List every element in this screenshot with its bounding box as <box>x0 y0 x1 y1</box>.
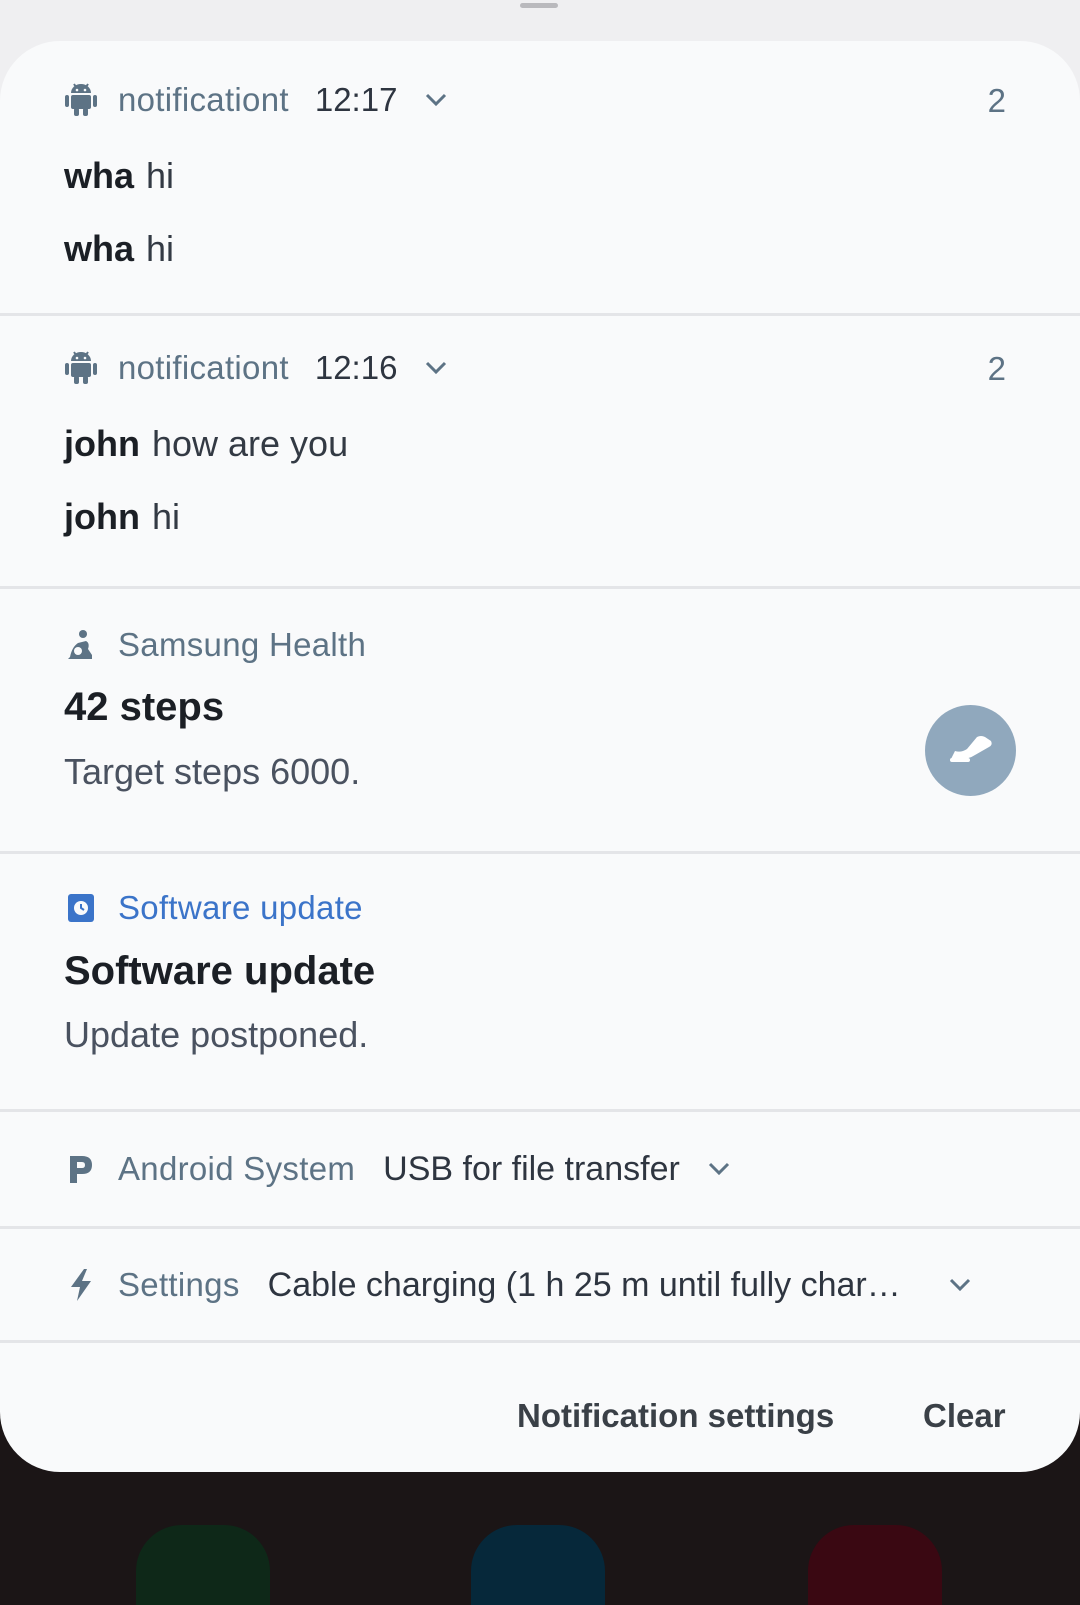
android-icon <box>64 351 98 385</box>
notification-description: Cable charging (1 h 25 m until fully cha… <box>267 1265 901 1304</box>
notification-card[interactable]: Settings Cable charging (1 h 25 m until … <box>0 1229 1080 1342</box>
lightning-icon <box>64 1268 98 1302</box>
app-name: Samsung Health <box>118 626 367 663</box>
notification-card[interactable]: notificationt 12:16 2 john how are you jo… <box>0 316 1080 588</box>
app-name: Software update <box>118 889 363 926</box>
notification-settings-button[interactable]: Notification settings <box>517 1397 834 1435</box>
message-row: john how are you <box>64 423 348 465</box>
app-name: notificationt <box>118 81 289 118</box>
phone-app-icon[interactable] <box>136 1525 270 1605</box>
notification-header: notificationt 12:16 <box>64 346 449 390</box>
chevron-down-icon[interactable] <box>423 87 449 113</box>
notification-description: USB for file transfer <box>383 1149 680 1188</box>
message-text: hi <box>146 155 175 196</box>
app-name: Settings <box>118 1266 240 1303</box>
app-name: Android System <box>118 1150 356 1187</box>
samsung-health-icon <box>64 628 98 662</box>
notification-card[interactable]: notificationt 12:17 2 wha hi wha hi <box>0 41 1080 313</box>
chevron-down-icon[interactable] <box>947 1272 973 1298</box>
message-text: hi <box>146 228 175 269</box>
divider <box>0 1340 1080 1343</box>
message-sender: john <box>64 496 140 537</box>
chevron-down-icon[interactable] <box>423 355 449 381</box>
notification-count: 2 <box>987 82 1006 119</box>
notification-header: Settings Cable charging (1 h 25 m until … <box>64 1263 973 1307</box>
clear-button[interactable]: Clear <box>923 1397 1006 1435</box>
camera-app-icon[interactable] <box>808 1525 942 1605</box>
message-text: how are you <box>151 423 349 464</box>
notification-header: Samsung Health <box>64 623 366 667</box>
notification-time: 12:16 <box>314 349 398 386</box>
chevron-down-icon[interactable] <box>706 1156 732 1182</box>
notification-card[interactable]: Android System USB for file transfer <box>0 1112 1080 1227</box>
message-sender: john <box>64 423 140 464</box>
message-text: hi <box>151 496 181 537</box>
android-icon <box>64 83 98 117</box>
notification-subtitle: Target steps 6000. <box>64 751 361 792</box>
notification-panel: notificationt 12:17 2 wha hi wha hi notifi… <box>0 41 1080 1472</box>
notification-title: Software update <box>64 949 376 993</box>
notification-time: 12:17 <box>314 81 398 118</box>
app-name: notificationt <box>118 349 289 386</box>
drag-handle[interactable] <box>520 3 558 8</box>
notification-count: 2 <box>987 350 1006 387</box>
message-sender: wha <box>64 155 135 196</box>
message-sender: wha <box>64 228 135 269</box>
notification-header: notificationt 12:17 <box>64 78 449 122</box>
message-row: wha hi <box>64 155 174 197</box>
message-row: wha hi <box>64 228 174 270</box>
software-update-icon <box>64 891 98 925</box>
messages-app-icon[interactable] <box>471 1525 605 1605</box>
notification-card[interactable]: Software update Software update Update p… <box>0 854 1080 1109</box>
notification-header: Software update <box>64 886 363 930</box>
notification-card[interactable]: Samsung Health 42 steps Target steps 600… <box>0 589 1080 851</box>
notification-subtitle: Update postponed. <box>64 1014 369 1055</box>
notification-header: Android System USB for file transfer <box>64 1147 732 1191</box>
android-system-icon <box>64 1152 98 1186</box>
shoe-icon <box>947 733 995 768</box>
message-row: john hi <box>64 496 180 538</box>
shoe-action-button[interactable] <box>925 705 1016 796</box>
notification-title: 42 steps <box>64 685 225 729</box>
